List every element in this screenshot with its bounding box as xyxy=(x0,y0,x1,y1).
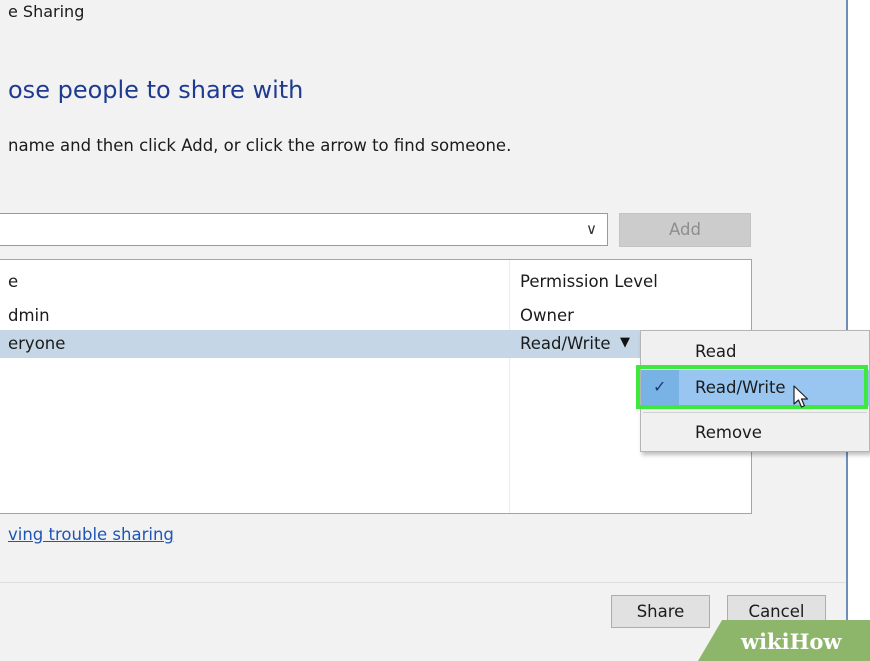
table-row-selected[interactable]: eryone Read/Write ▼ xyxy=(0,330,751,358)
share-button[interactable]: Share xyxy=(611,595,710,628)
menu-item-label: Read xyxy=(695,342,737,361)
page-title: ose people to share with xyxy=(8,76,304,104)
column-divider xyxy=(509,260,510,513)
table-row[interactable]: dmin Owner xyxy=(0,302,751,330)
row-name: dmin xyxy=(8,306,50,325)
trouble-sharing-link[interactable]: ving trouble sharing xyxy=(8,525,174,544)
instruction-text: name and then click Add, or click the ar… xyxy=(8,136,512,155)
chevron-down-icon[interactable]: ∨ xyxy=(586,220,597,238)
dropdown-arrow-icon[interactable]: ▼ xyxy=(620,335,630,350)
menu-item-label: Remove xyxy=(695,423,762,442)
wikihow-logo: wikiHow xyxy=(741,629,842,654)
add-button[interactable]: Add xyxy=(619,213,751,247)
mouse-cursor-icon xyxy=(793,385,809,408)
people-combobox[interactable]: ∨ xyxy=(0,213,608,246)
column-header-name[interactable]: e xyxy=(8,272,18,291)
row-name: eryone xyxy=(8,334,66,353)
highlight-frame xyxy=(636,365,868,409)
row-permission: Owner xyxy=(520,306,574,325)
menu-item-remove[interactable]: Remove xyxy=(641,415,869,451)
column-header-permission[interactable]: Permission Level xyxy=(520,272,658,291)
row-permission-dropdown[interactable]: Read/Write xyxy=(520,334,611,353)
menu-separator xyxy=(643,412,867,413)
window-title: e Sharing xyxy=(8,2,85,21)
footer-divider xyxy=(0,582,846,583)
